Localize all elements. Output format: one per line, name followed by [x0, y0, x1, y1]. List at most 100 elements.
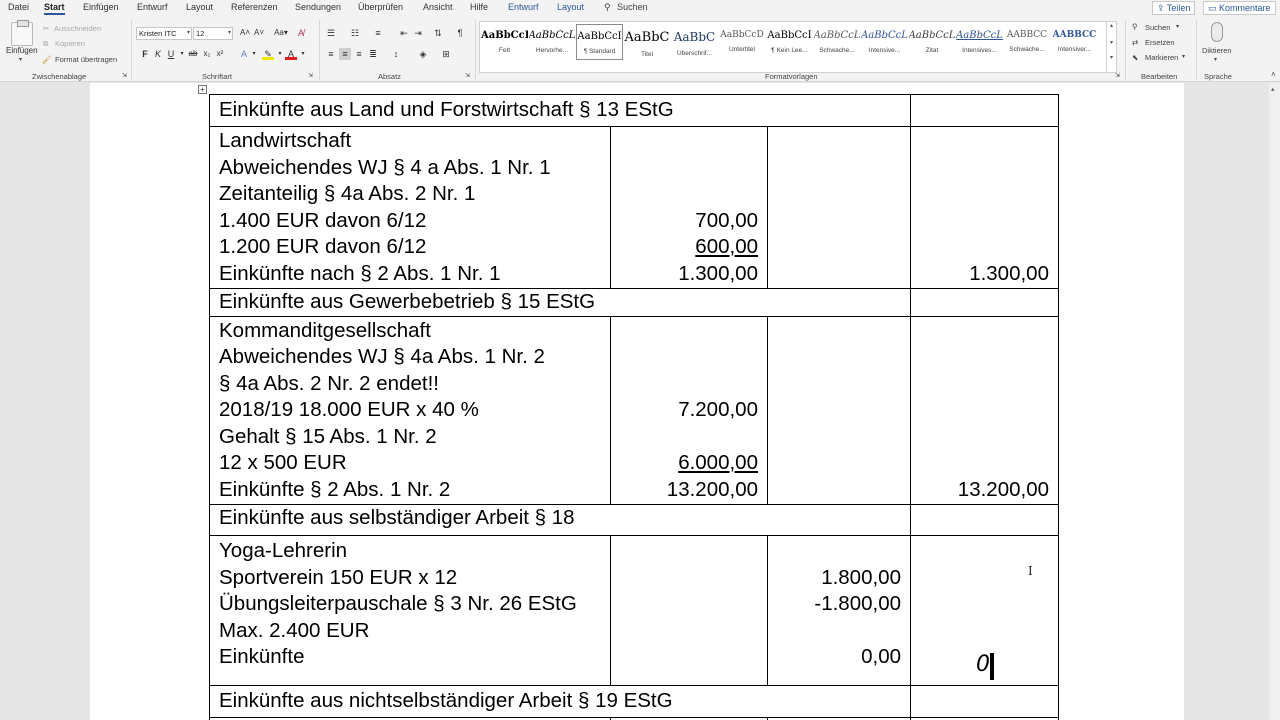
format-painter-button[interactable]: Format übertragen	[55, 55, 117, 64]
replace-button[interactable]: Ersetzen	[1145, 38, 1175, 47]
table-cell[interactable]: 1.300,00	[910, 126, 1059, 289]
style-tile[interactable]: AaBbCcL Intensives...	[956, 24, 1003, 60]
tab-layout[interactable]: Layout	[186, 2, 213, 12]
income-table[interactable]: Einkünfte aus Land und Forstwirtschaft §…	[209, 94, 1059, 720]
tab-ueberpruefen[interactable]: Überprüfen	[358, 2, 403, 12]
clear-formatting-icon[interactable]: A̸	[295, 27, 307, 39]
table-cell[interactable]	[910, 94, 1059, 127]
more-icon[interactable]: ▾	[1107, 54, 1116, 61]
style-tile[interactable]: AABBCC Intensiver...	[1051, 24, 1098, 60]
table-cell[interactable]	[910, 684, 1059, 718]
select-button[interactable]: Markieren	[1145, 53, 1178, 62]
sort-icon[interactable]: ⇅	[432, 27, 444, 39]
section-header-cell[interactable]: Einkünfte aus selbständiger Arbeit § 18	[209, 504, 911, 536]
bold-icon[interactable]: F	[139, 48, 151, 60]
borders-icon[interactable]: ⊞	[440, 48, 452, 60]
table-cell[interactable]: 1.800,00 -1.800,00 0,00	[767, 535, 911, 686]
tab-table-layout[interactable]: Layout	[557, 2, 584, 12]
chevron-down-icon[interactable]: ▾	[297, 48, 309, 60]
numbering-icon[interactable]: ☷	[349, 27, 361, 39]
shrink-font-icon[interactable]: A˅	[253, 27, 265, 39]
font-group-label: Schriftart	[202, 72, 233, 81]
comments-button[interactable]: ▭ Kommentare	[1203, 1, 1276, 15]
change-case-icon[interactable]: Aa▾	[272, 27, 290, 39]
collapse-ribbon-icon[interactable]: ˄	[1271, 70, 1276, 79]
strikethrough-icon[interactable]: ab	[187, 48, 199, 60]
style-tile[interactable]: AaBbCcL Zitat	[909, 24, 956, 60]
style-tile[interactable]: AaBbCcI Fett	[481, 24, 528, 60]
table-cell[interactable]: 13.200,00	[910, 315, 1059, 505]
italic-icon[interactable]: K	[152, 48, 164, 60]
align-left-icon[interactable]: ≡	[325, 48, 337, 60]
increase-indent-icon[interactable]: ⇥	[412, 27, 424, 39]
table-cell[interactable]	[767, 126, 911, 289]
share-button[interactable]: ⇪ Teilen	[1152, 1, 1196, 15]
tab-referenzen[interactable]: Referenzen	[231, 2, 278, 12]
table-cell[interactable]: 700,00 600,00 1.300,00	[610, 126, 768, 289]
chevron-down-icon[interactable]: ▾	[1182, 53, 1185, 60]
shading-icon[interactable]: ◈	[417, 48, 429, 60]
copy-button[interactable]: Kopieren	[55, 39, 85, 48]
line-spacing-icon[interactable]: ↕	[390, 48, 402, 60]
style-tile[interactable]: AaBbCcI ¶ Kein Lee...	[766, 24, 813, 60]
tab-table-entwurf[interactable]: Entwurf	[508, 2, 539, 12]
vertical-scrollbar[interactable]: ▴	[1269, 83, 1280, 720]
gallery-scroll[interactable]: ▴ ▾ ▾	[1106, 22, 1116, 72]
table-move-handle-icon[interactable]: +	[198, 85, 207, 94]
subscript-icon[interactable]: x₂	[201, 48, 213, 60]
tab-einfuegen[interactable]: Einfügen	[83, 2, 119, 12]
section-header-cell[interactable]: Einkünfte aus nichtselbständiger Arbeit …	[209, 684, 911, 718]
decrease-indent-icon[interactable]: ⇤	[398, 27, 410, 39]
style-tile[interactable]: AaBbCcL Intensive...	[861, 24, 908, 60]
tab-hilfe[interactable]: Hilfe	[470, 2, 488, 12]
dialog-launcher-icon[interactable]: ⇲	[1115, 72, 1120, 79]
style-tile[interactable]: AaBbCcL Schwache...	[814, 24, 861, 60]
chevron-up-icon[interactable]: ▴	[1107, 22, 1116, 29]
section-header-cell[interactable]: Einkünfte aus Gewerbebetrieb § 15 EStG	[209, 288, 911, 317]
chevron-down-icon[interactable]: ▾	[1107, 39, 1116, 46]
align-right-icon[interactable]: ≡	[353, 48, 365, 60]
style-tile[interactable]: AaBbC Titel	[624, 24, 671, 60]
justify-icon[interactable]: ≣	[367, 48, 379, 60]
style-tile[interactable]: AaBbCcI ¶ Standard	[576, 24, 623, 60]
font-color-icon[interactable]: A	[285, 48, 297, 60]
table-cell[interactable]	[767, 315, 911, 505]
chevron-down-icon[interactable]: ▾	[248, 48, 260, 60]
section-header-cell[interactable]: Einkünfte aus Land und Forstwirtschaft §…	[209, 94, 911, 127]
style-tile[interactable]: AaBbCcL Hervorhe...	[529, 24, 576, 60]
tab-ansicht[interactable]: Ansicht	[423, 2, 453, 12]
scroll-up-icon[interactable]: ▴	[1271, 85, 1275, 93]
dialog-launcher-icon[interactable]: ⇲	[122, 72, 127, 79]
font-name-select[interactable]: Kristen ITC ▾	[136, 27, 192, 40]
group-divider	[1196, 20, 1197, 80]
dialog-launcher-icon[interactable]: ⇲	[465, 72, 470, 79]
style-tile[interactable]: AaBbCcD Untertitel	[719, 24, 766, 60]
chevron-down-icon[interactable]: ▾	[1176, 23, 1179, 30]
style-name: ¶ Standard	[583, 48, 616, 55]
search-box[interactable]: ⚲ Suchen	[604, 2, 648, 13]
table-cell[interactable]	[910, 504, 1059, 536]
tab-entwurf[interactable]: Entwurf	[137, 2, 168, 12]
highlight-icon[interactable]: ✎	[262, 48, 274, 60]
table-cell[interactable]: Kommanditgesellschaft Abweichendes WJ § …	[209, 315, 611, 505]
align-center-icon[interactable]: ≡	[339, 48, 351, 60]
bullets-icon[interactable]: ☰	[325, 27, 337, 39]
tab-datei[interactable]: Datei	[8, 2, 29, 12]
table-cell[interactable]	[910, 288, 1059, 317]
table-cell[interactable]: Yoga-Lehrerin Sportverein 150 EUR x 12 Ü…	[209, 535, 611, 686]
style-tile[interactable]: AaBbC Überschrif...	[671, 24, 718, 60]
multilevel-list-icon[interactable]: ≡	[372, 27, 384, 39]
table-cell[interactable]	[610, 535, 768, 686]
find-button[interactable]: Suchen	[1145, 23, 1170, 32]
table-cell[interactable]: Landwirtschaft Abweichendes WJ § 4 a Abs…	[209, 126, 611, 289]
style-tile[interactable]: AABBCC Schwache...	[1004, 24, 1051, 60]
dialog-launcher-icon[interactable]: ⇲	[308, 72, 313, 79]
tab-sendungen[interactable]: Sendungen	[295, 2, 341, 12]
font-size-select[interactable]: 12 ▾	[193, 27, 233, 40]
table-cell[interactable]: 7.200,00 6.000,00 13.200,00	[610, 315, 768, 505]
superscript-icon[interactable]: x²	[214, 48, 226, 60]
cut-button[interactable]: Ausschneiden	[54, 24, 101, 33]
show-formatting-icon[interactable]: ¶	[454, 27, 466, 39]
tab-start[interactable]: Start	[44, 2, 65, 15]
grow-font-icon[interactable]: A˄	[239, 27, 251, 39]
